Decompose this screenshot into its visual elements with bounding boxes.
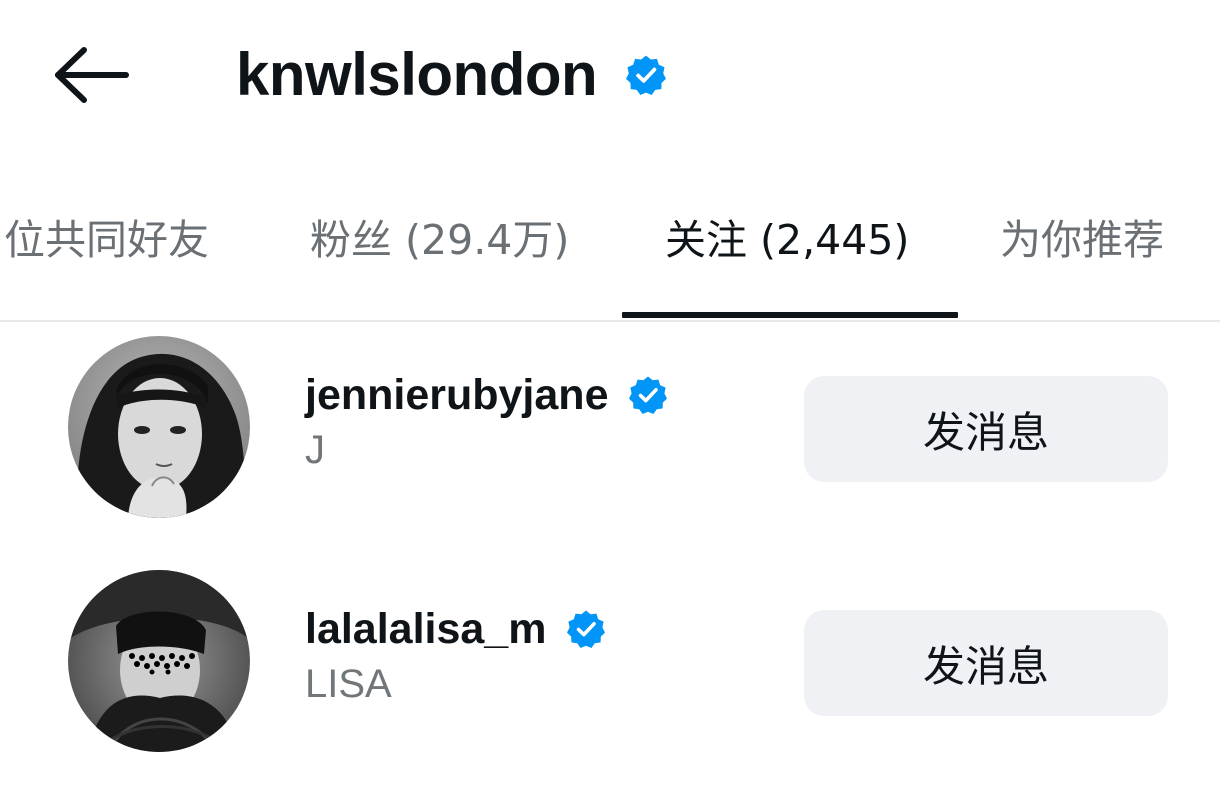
- user-info: jennierubyjane J: [305, 368, 668, 473]
- display-name: LISA: [305, 662, 392, 706]
- user-info: lalalalisa_m LISA: [305, 602, 606, 707]
- username[interactable]: jennierubyjane: [305, 371, 608, 420]
- tab-bar: 位共同好友 粉丝 (29.4万) 关注 (2,445) 为你推荐: [0, 190, 1220, 322]
- verified-badge-icon: [567, 610, 606, 648]
- top-bar: knwlslondon: [0, 0, 1220, 150]
- arrow-left-icon: [55, 47, 129, 103]
- username[interactable]: lalalalisa_m: [305, 605, 546, 654]
- back-button[interactable]: [48, 40, 134, 110]
- verified-badge-icon: [629, 376, 668, 414]
- display-name: J: [305, 428, 325, 472]
- list-item: lalalalisa_m LISA 发消息: [0, 570, 1220, 770]
- profile-title: knwlslondon: [236, 38, 667, 112]
- tab-mutual-friends[interactable]: 位共同好友: [4, 210, 209, 270]
- page-title: knwlslondon: [236, 41, 598, 108]
- message-button[interactable]: 发消息: [804, 376, 1168, 482]
- tab-following[interactable]: 关注 (2,445): [665, 210, 909, 270]
- list-item: jennierubyjane J 发消息: [0, 336, 1220, 536]
- verified-badge-icon: [626, 55, 667, 95]
- avatar[interactable]: [68, 336, 250, 518]
- message-button[interactable]: 发消息: [804, 610, 1168, 716]
- active-tab-indicator: [622, 312, 958, 318]
- tab-suggested[interactable]: 为你推荐: [1000, 210, 1164, 270]
- tab-followers[interactable]: 粉丝 (29.4万): [310, 210, 569, 270]
- avatar[interactable]: [68, 570, 250, 752]
